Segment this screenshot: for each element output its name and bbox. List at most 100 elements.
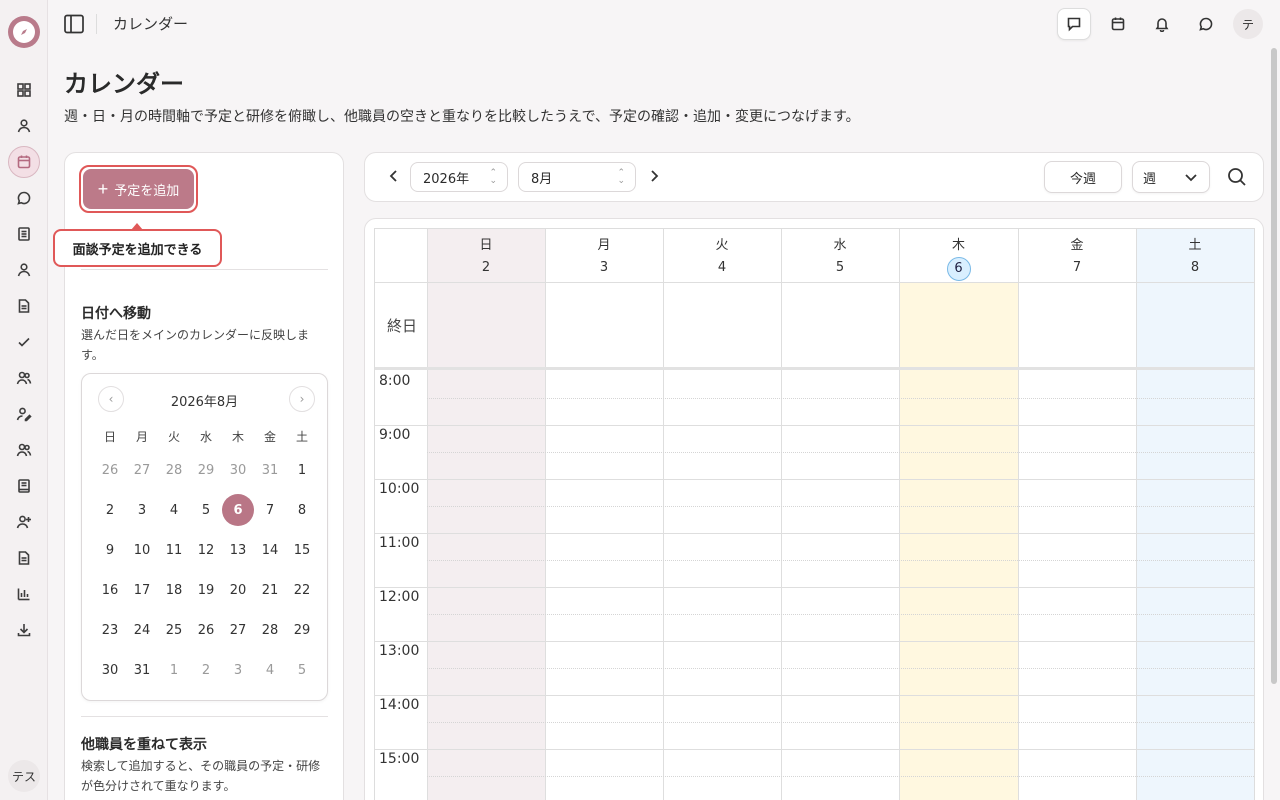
date-cell[interactable]: 2	[94, 503, 126, 518]
date-cell[interactable]: 2	[190, 663, 222, 678]
view-select[interactable]: 週	[1132, 161, 1210, 193]
week-row: 26 27 28 29 30 31 1	[94, 450, 318, 490]
day-header[interactable]: 日2	[427, 235, 545, 279]
top-bar: カレンダー テ	[48, 0, 1280, 48]
nav-file-item[interactable]	[12, 546, 36, 570]
year-select[interactable]: 2026年 ⌃ ⌄	[410, 162, 508, 192]
search-button[interactable]	[1227, 167, 1247, 187]
nav-file-item[interactable]	[12, 294, 36, 318]
nav-check-item[interactable]	[12, 330, 36, 354]
date-cell[interactable]: 3	[222, 663, 254, 678]
message-button[interactable]	[1057, 8, 1091, 40]
month-select[interactable]: 8月 ⌃ ⌄	[518, 162, 636, 192]
nav-person-add-item[interactable]	[12, 510, 36, 534]
date-cell[interactable]: 1	[286, 463, 318, 478]
nav-chat-item[interactable]	[12, 186, 36, 210]
date-number: 10	[133, 542, 151, 558]
day-header[interactable]: 水5	[781, 235, 899, 279]
date-cell[interactable]: 29	[286, 623, 318, 638]
notification-button[interactable]	[1145, 8, 1179, 40]
day-header[interactable]: 木6	[899, 235, 1018, 281]
date-cell[interactable]: 17	[126, 583, 158, 598]
date-cell[interactable]: 26	[94, 463, 126, 478]
nav-person-item[interactable]	[12, 114, 36, 138]
nav-download-item[interactable]	[12, 618, 36, 642]
date-cell[interactable]: 1	[158, 663, 190, 678]
date-cell[interactable]: 4	[158, 503, 190, 518]
this-week-button[interactable]: 今週	[1044, 161, 1122, 193]
half-hour-divider	[427, 668, 1254, 669]
sidebar-toggle-icon[interactable]	[62, 12, 86, 36]
hour-divider	[375, 695, 1254, 696]
date-cell[interactable]: 7	[254, 503, 286, 518]
date-cell[interactable]: 5	[286, 663, 318, 678]
date-cell[interactable]: 11	[158, 543, 190, 558]
date-cell[interactable]: 18	[158, 583, 190, 598]
date-number: 9	[105, 542, 115, 558]
date-cell[interactable]: 31	[254, 463, 286, 478]
date-cell[interactable]: 19	[190, 583, 222, 598]
hour-divider	[375, 641, 1254, 642]
date-cell[interactable]: 31	[126, 663, 158, 678]
page-scrollbar[interactable]	[1271, 48, 1277, 684]
date-cell[interactable]: 12	[190, 543, 222, 558]
date-cell[interactable]: 20	[222, 583, 254, 598]
nav-document-item[interactable]	[12, 222, 36, 246]
date-cell[interactable]: 14	[254, 543, 286, 558]
bar-chart-icon	[17, 588, 30, 601]
day-name: 月	[597, 238, 611, 253]
day-number: 7	[1018, 257, 1136, 279]
date-cell[interactable]: 24	[126, 623, 158, 638]
day-header[interactable]: 火4	[663, 235, 781, 279]
date-cell[interactable]: 5	[190, 503, 222, 518]
nav-person-edit-item[interactable]	[12, 402, 36, 426]
nav-group-item[interactable]	[12, 366, 36, 390]
date-cell[interactable]: 30	[94, 663, 126, 678]
date-cell[interactable]: 15	[286, 543, 318, 558]
date-cell[interactable]: 10	[126, 543, 158, 558]
add-event-button[interactable]: + 予定を追加	[83, 169, 194, 209]
nav-bar-chart-item[interactable]	[12, 582, 36, 606]
date-cell[interactable]: 16	[94, 583, 126, 598]
date-cell[interactable]: 28	[254, 623, 286, 638]
date-number: 14	[261, 542, 279, 558]
nav-group-item[interactable]	[12, 438, 36, 462]
user-avatar-top[interactable]: テ	[1233, 9, 1263, 39]
nav-dashboard-item[interactable]	[12, 78, 36, 102]
nav-book-item[interactable]	[12, 474, 36, 498]
year-select-value: 2026年	[423, 171, 470, 187]
date-cell[interactable]: 3	[126, 503, 158, 518]
date-cell[interactable]: 21	[254, 583, 286, 598]
day-header[interactable]: 土8	[1136, 235, 1254, 279]
date-cell[interactable]: 27	[126, 463, 158, 478]
next-period-button[interactable]	[647, 169, 661, 187]
date-cell[interactable]: 27	[222, 623, 254, 638]
date-cell[interactable]: 4	[254, 663, 286, 678]
date-cell[interactable]: 28	[158, 463, 190, 478]
person-icon	[17, 263, 31, 277]
day-header[interactable]: 金7	[1018, 235, 1136, 279]
app-logo[interactable]	[8, 16, 40, 48]
date-cell[interactable]: 25	[158, 623, 190, 638]
selected-date-cell[interactable]: 6	[222, 494, 254, 526]
day-header[interactable]: 月3	[545, 235, 663, 279]
date-cell[interactable]: 29	[190, 463, 222, 478]
day-number-text: 5	[835, 260, 845, 275]
date-cell[interactable]: 13	[222, 543, 254, 558]
calendar-button[interactable]	[1101, 8, 1135, 40]
date-number: 1	[169, 662, 179, 678]
divider	[96, 14, 97, 34]
date-cell[interactable]: 9	[94, 543, 126, 558]
date-cell[interactable]: 8	[286, 503, 318, 518]
date-cell[interactable]: 26	[190, 623, 222, 638]
nav-person-item[interactable]	[12, 258, 36, 282]
date-cell[interactable]: 23	[94, 623, 126, 638]
next-month-button[interactable]: ›	[289, 386, 315, 412]
user-avatar[interactable]: テス	[8, 760, 40, 792]
date-cell[interactable]: 22	[286, 583, 318, 598]
date-cell[interactable]: 30	[222, 463, 254, 478]
chat-button[interactable]	[1189, 8, 1223, 40]
breadcrumb-title: カレンダー	[113, 15, 189, 33]
nav-calendar-item[interactable]	[8, 146, 40, 178]
prev-period-button[interactable]	[387, 169, 401, 187]
